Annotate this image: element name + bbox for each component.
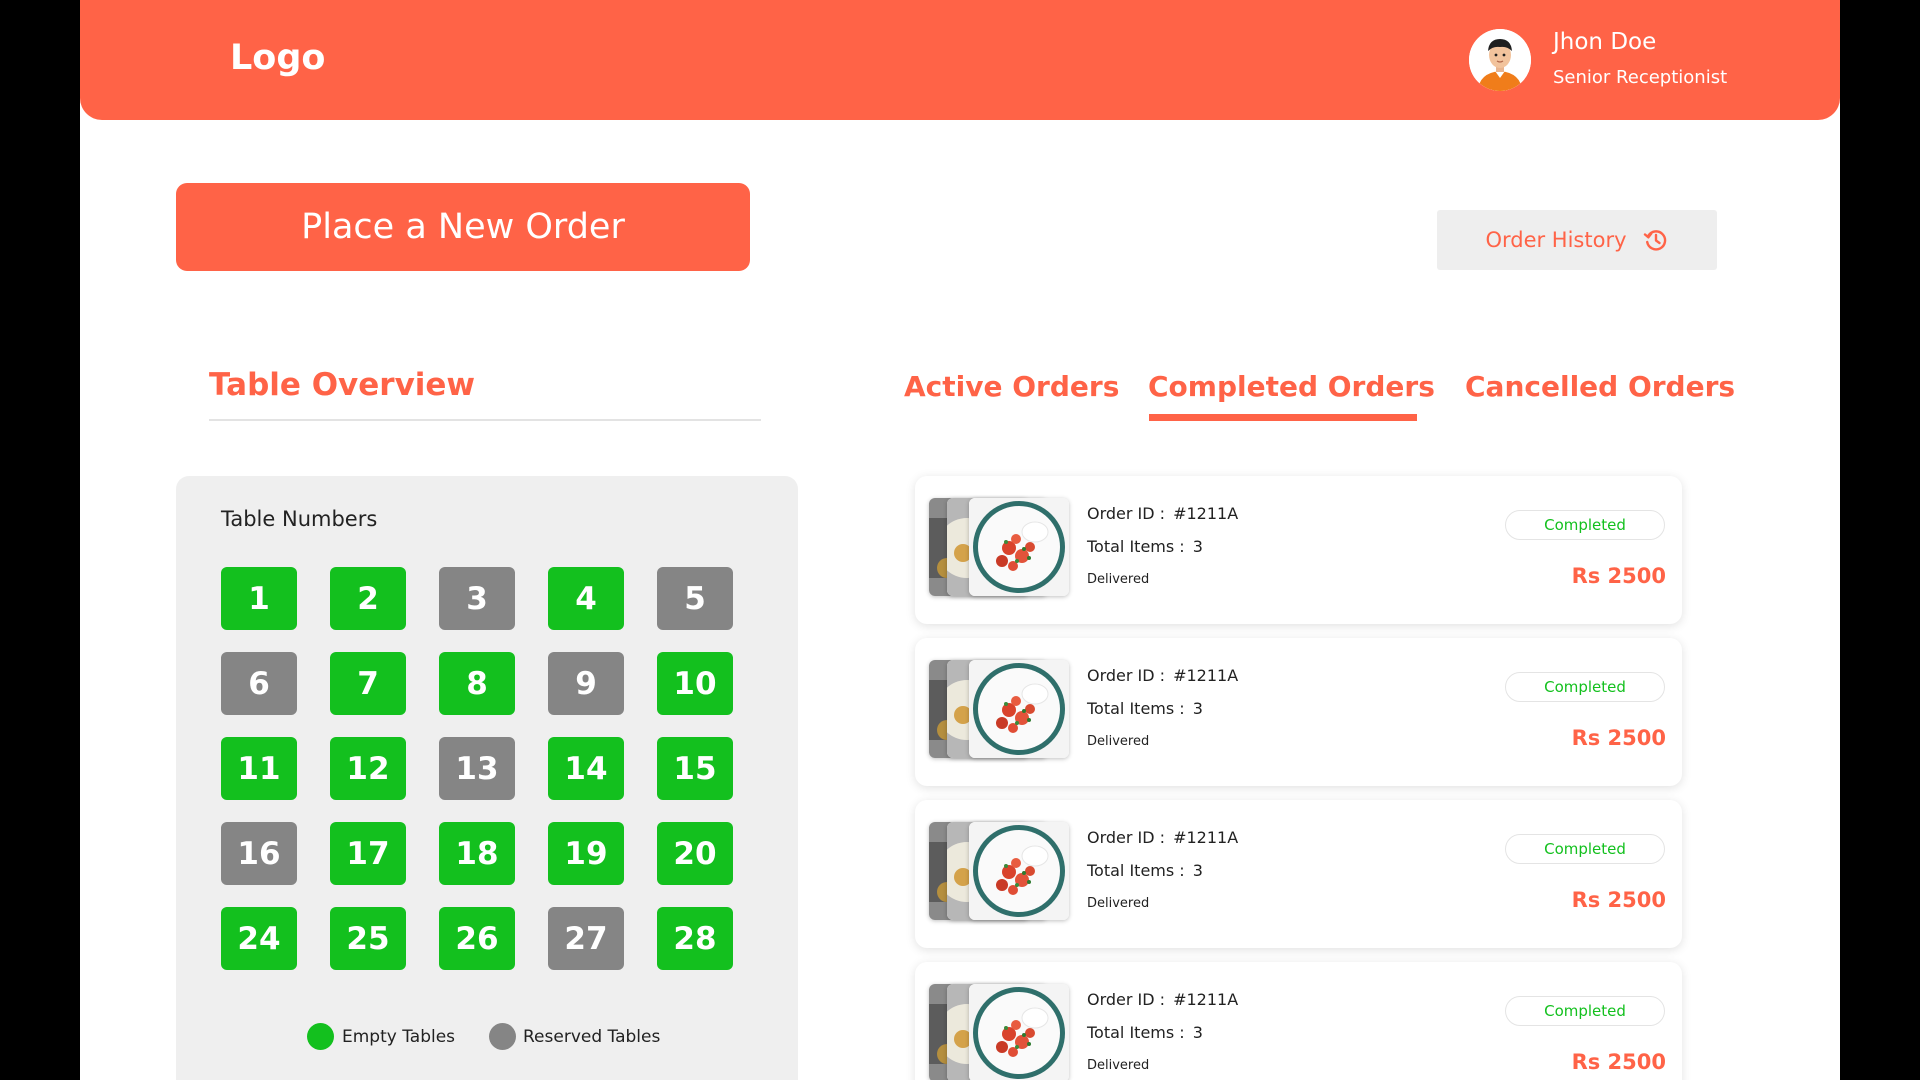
total-items-label: Total Items : <box>1087 537 1185 556</box>
logo[interactable]: Logo <box>230 38 325 78</box>
top-header: Logo Jhon Doe Senior Receptionist <box>80 0 1840 120</box>
avatar[interactable] <box>1469 29 1531 91</box>
order-id-value: #1211A <box>1173 828 1239 847</box>
empty-tables-legend-label: Empty Tables <box>342 1027 456 1047</box>
table-tile[interactable]: 27 <box>548 907 624 970</box>
table-tile[interactable]: 10 <box>657 652 733 715</box>
status-badge: Completed <box>1505 996 1665 1026</box>
status-badge: Completed <box>1505 834 1665 864</box>
total-items-value: 3 <box>1192 1023 1203 1042</box>
tab-cancelled-orders[interactable]: Cancelled Orders <box>1465 370 1735 403</box>
order-thumbnails <box>929 498 1069 596</box>
order-id-row: Order ID : #1211A <box>1087 828 1238 847</box>
delivery-note: Delivered <box>1087 1058 1150 1073</box>
total-items-row: Total Items : 3 <box>1087 537 1203 556</box>
table-tile[interactable]: 19 <box>548 822 624 885</box>
order-price: Rs 2500 <box>1571 726 1666 750</box>
app-window: Logo Jhon Doe Senior Receptionist Place … <box>80 0 1840 1080</box>
reserved-tables-legend-dot <box>489 1023 516 1050</box>
total-items-value: 3 <box>1192 537 1203 556</box>
history-icon <box>1643 227 1669 253</box>
order-thumbnails <box>929 660 1069 758</box>
table-tile[interactable]: 4 <box>548 567 624 630</box>
total-items-label: Total Items : <box>1087 1023 1185 1042</box>
order-id-row: Order ID : #1211A <box>1087 990 1238 1009</box>
status-badge: Completed <box>1505 672 1665 702</box>
table-tile[interactable]: 16 <box>221 822 297 885</box>
status-badge: Completed <box>1505 510 1665 540</box>
table-tile[interactable]: 12 <box>330 737 406 800</box>
table-tile[interactable]: 3 <box>439 567 515 630</box>
order-id-label: Order ID : <box>1087 666 1166 685</box>
food-image <box>969 660 1069 758</box>
table-tile[interactable]: 15 <box>657 737 733 800</box>
order-id-value: #1211A <box>1173 504 1239 523</box>
table-overview-title: Table Overview <box>209 367 476 403</box>
order-id-label: Order ID : <box>1087 828 1166 847</box>
total-items-row: Total Items : 3 <box>1087 699 1203 718</box>
table-tile[interactable]: 1 <box>221 567 297 630</box>
food-image <box>969 984 1069 1080</box>
table-tile[interactable]: 7 <box>330 652 406 715</box>
empty-tables-legend-dot <box>307 1023 334 1050</box>
user-role: Senior Receptionist <box>1553 67 1728 88</box>
order-id-label: Order ID : <box>1087 990 1166 1009</box>
order-id-value: #1211A <box>1173 666 1239 685</box>
table-tile[interactable]: 13 <box>439 737 515 800</box>
order-price: Rs 2500 <box>1571 888 1666 912</box>
table-tile[interactable]: 2 <box>330 567 406 630</box>
table-tile[interactable]: 17 <box>330 822 406 885</box>
place-new-order-button[interactable]: Place a New Order <box>176 183 750 271</box>
total-items-label: Total Items : <box>1087 861 1185 880</box>
section-divider <box>209 419 761 421</box>
table-tile[interactable]: 26 <box>439 907 515 970</box>
avatar-illustration-icon <box>1469 29 1531 91</box>
order-card[interactable]: Order ID : #1211A Total Items : 3 Delivered C… <box>915 962 1682 1080</box>
total-items-row: Total Items : 3 <box>1087 1023 1203 1042</box>
order-thumbnails <box>929 984 1069 1080</box>
order-card[interactable]: Order ID : #1211A Total Items : 3 Delivered C… <box>915 800 1682 948</box>
user-name: Jhon Doe <box>1553 29 1657 55</box>
total-items-row: Total Items : 3 <box>1087 861 1203 880</box>
reserved-tables-legend-label: Reserved Tables <box>523 1027 661 1047</box>
order-id-label: Order ID : <box>1087 504 1166 523</box>
order-price: Rs 2500 <box>1571 1050 1666 1074</box>
total-items-value: 3 <box>1192 699 1203 718</box>
table-tile[interactable]: 24 <box>221 907 297 970</box>
delivery-note: Delivered <box>1087 572 1150 587</box>
table-tile[interactable]: 18 <box>439 822 515 885</box>
table-tile[interactable]: 9 <box>548 652 624 715</box>
food-image <box>969 498 1069 596</box>
tab-active-orders[interactable]: Active Orders <box>904 370 1119 403</box>
table-tile[interactable]: 11 <box>221 737 297 800</box>
table-tile[interactable]: 28 <box>657 907 733 970</box>
order-price: Rs 2500 <box>1571 564 1666 588</box>
table-tile[interactable]: 25 <box>330 907 406 970</box>
table-tile[interactable]: 14 <box>548 737 624 800</box>
delivery-note: Delivered <box>1087 734 1150 749</box>
order-id-row: Order ID : #1211A <box>1087 504 1238 523</box>
table-numbers-title: Table Numbers <box>221 507 378 531</box>
order-thumbnails <box>929 822 1069 920</box>
active-tab-indicator <box>1149 414 1417 421</box>
table-tile[interactable]: 8 <box>439 652 515 715</box>
food-image <box>969 822 1069 920</box>
order-card[interactable]: Order ID : #1211A Total Items : 3 Delivered C… <box>915 476 1682 624</box>
table-tile[interactable]: 6 <box>221 652 297 715</box>
table-tile[interactable]: 5 <box>657 567 733 630</box>
table-tile[interactable]: 20 <box>657 822 733 885</box>
order-history-button[interactable]: Order History <box>1437 210 1717 270</box>
order-card[interactable]: Order ID : #1211A Total Items : 3 Delivered C… <box>915 638 1682 786</box>
delivery-note: Delivered <box>1087 896 1150 911</box>
order-id-value: #1211A <box>1173 990 1239 1009</box>
total-items-label: Total Items : <box>1087 699 1185 718</box>
tab-completed-orders[interactable]: Completed Orders <box>1148 370 1435 403</box>
order-id-row: Order ID : #1211A <box>1087 666 1238 685</box>
total-items-value: 3 <box>1192 861 1203 880</box>
order-history-label: Order History <box>1485 228 1627 252</box>
